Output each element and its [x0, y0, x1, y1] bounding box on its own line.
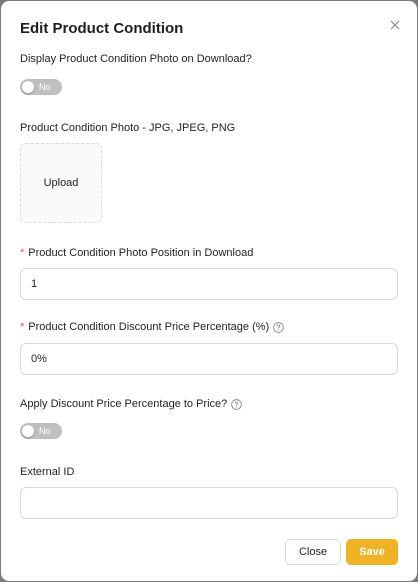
- toggle-state-label: No: [39, 82, 51, 92]
- required-mark: *: [20, 321, 25, 333]
- toggle-knob: [22, 425, 34, 437]
- edit-product-condition-modal: Edit Product Condition Display Product C…: [1, 1, 417, 581]
- external-id-input[interactable]: [20, 487, 398, 519]
- apply-discount-toggle[interactable]: No: [20, 423, 62, 439]
- question-circle-icon[interactable]: [231, 398, 243, 410]
- photo-upload-button[interactable]: Upload: [20, 143, 102, 223]
- close-icon[interactable]: [388, 18, 402, 32]
- modal-title: Edit Product Condition: [20, 20, 184, 37]
- close-button[interactable]: Close: [285, 539, 341, 565]
- save-button[interactable]: Save: [346, 539, 398, 565]
- photo-position-input[interactable]: [20, 268, 398, 300]
- discount-percentage-input[interactable]: [20, 343, 398, 375]
- question-circle-icon[interactable]: [273, 321, 285, 333]
- discount-percentage-label: * Product Condition Discount Price Perce…: [20, 320, 285, 334]
- display-photo-toggle[interactable]: No: [20, 79, 62, 95]
- apply-discount-label: Apply Discount Price Percentage to Price…: [20, 397, 243, 411]
- photo-position-label: * Product Condition Photo Position in Do…: [20, 247, 254, 259]
- photo-label: Product Condition Photo - JPG, JPEG, PNG: [20, 122, 236, 134]
- required-mark: *: [20, 247, 25, 259]
- display-photo-label: Display Product Condition Photo on Downl…: [20, 53, 252, 65]
- toggle-knob: [22, 81, 34, 93]
- external-id-label: External ID: [20, 466, 75, 478]
- upload-label: Upload: [43, 177, 79, 189]
- toggle-state-label: No: [39, 426, 51, 436]
